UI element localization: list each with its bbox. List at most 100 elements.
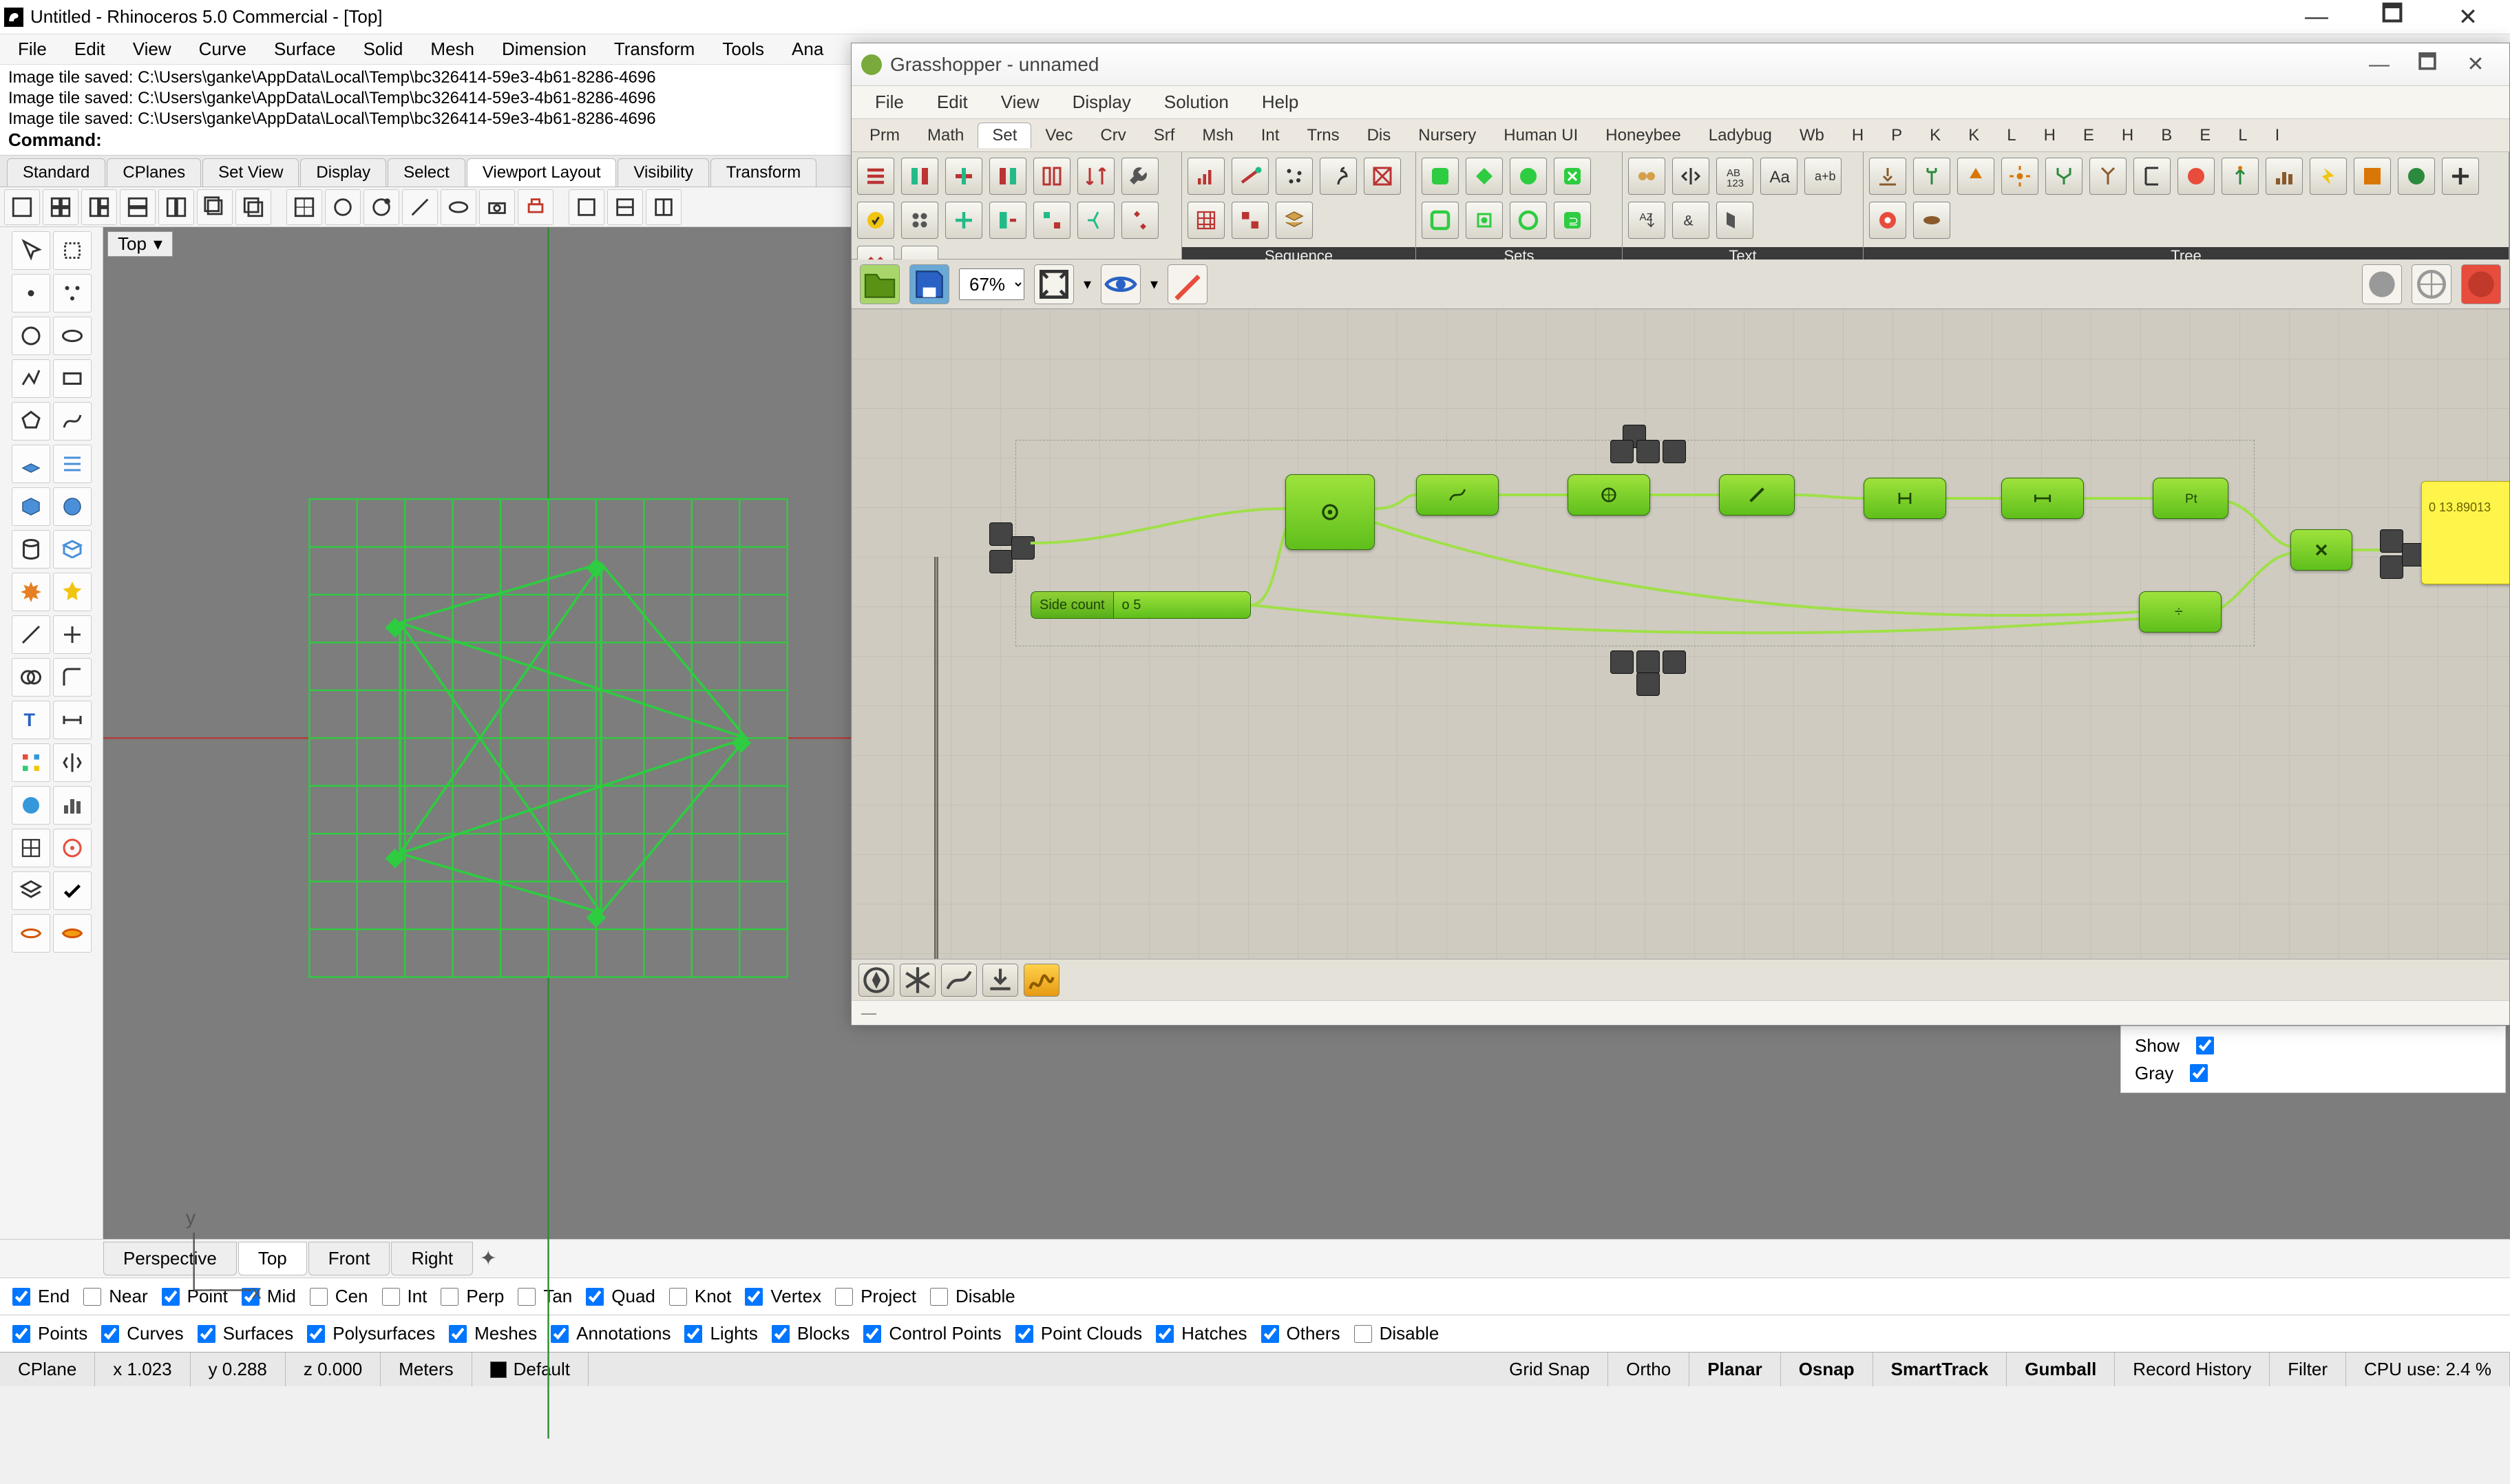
seq-range-icon[interactable] xyxy=(1232,158,1269,195)
surface-icon[interactable] xyxy=(12,445,50,483)
seq-stack-icon[interactable] xyxy=(1276,202,1313,239)
gh-cat-crv[interactable]: Crv xyxy=(1086,123,1139,148)
layer-icon[interactable] xyxy=(12,871,50,910)
gh-number-slider[interactable]: Side count o 5 xyxy=(1031,591,1251,619)
list-reverse-icon[interactable] xyxy=(989,158,1026,195)
text-sort-icon[interactable]: AZ xyxy=(1628,202,1665,239)
mirror-icon[interactable] xyxy=(53,743,92,782)
tab-set-view[interactable]: Set View xyxy=(202,158,299,187)
menu-solid[interactable]: Solid xyxy=(350,36,417,63)
gh-cat-h2[interactable]: H xyxy=(2030,123,2069,148)
list-null-icon[interactable] xyxy=(901,202,938,239)
gh-align-toggle[interactable] xyxy=(1636,650,1660,674)
circle-icon[interactable] xyxy=(12,317,50,355)
tree-graft-icon[interactable] xyxy=(1913,158,1950,195)
split-icon[interactable] xyxy=(53,615,92,654)
fillet-icon[interactable] xyxy=(53,658,92,697)
camera-icon[interactable] xyxy=(479,189,515,225)
select-arrow-icon[interactable] xyxy=(12,231,50,270)
tab-viewport-layout[interactable]: Viewport Layout xyxy=(467,158,617,187)
gh-maximize-button[interactable]: 🗖 xyxy=(2403,47,2451,82)
layout-4view-icon[interactable] xyxy=(43,189,78,225)
list-item-icon[interactable] xyxy=(857,158,894,195)
list-split-icon[interactable] xyxy=(945,202,982,239)
menu-view[interactable]: View xyxy=(119,36,185,63)
text-match-icon[interactable]: & xyxy=(1672,202,1709,239)
gh-cat-wb[interactable]: Wb xyxy=(1786,123,1838,148)
sets-union-icon[interactable] xyxy=(1422,158,1459,195)
tree-shift-icon[interactable] xyxy=(2177,158,2215,195)
polyline-icon[interactable] xyxy=(12,359,50,398)
gh-cat-ladybug[interactable]: Ladybug xyxy=(1695,123,1786,148)
gh-menu-solution[interactable]: Solution xyxy=(1148,89,1245,116)
gh-cat-h[interactable]: H xyxy=(1838,123,1877,148)
tree-trim-icon[interactable] xyxy=(1913,202,1950,239)
gh-cat-math[interactable]: Math xyxy=(914,123,978,148)
tab-select[interactable]: Select xyxy=(388,158,465,187)
tree-merge-icon[interactable] xyxy=(2045,158,2082,195)
dim-icon[interactable] xyxy=(53,701,92,739)
gh-cat-p[interactable]: P xyxy=(1877,123,1916,148)
gh-titlebar[interactable]: Grasshopper - unnamed — 🗖 ✕ xyxy=(852,43,2509,86)
gh-cat-honeybee[interactable]: Honeybee xyxy=(1592,123,1694,148)
toggle-grid-icon[interactable] xyxy=(363,189,399,225)
toggle-axes-icon[interactable] xyxy=(402,189,438,225)
sets-member-icon[interactable] xyxy=(1422,202,1459,239)
array-icon[interactable] xyxy=(12,743,50,782)
trim-icon[interactable] xyxy=(12,615,50,654)
tree-flatten-icon[interactable] xyxy=(1869,158,1906,195)
tree-stats-icon[interactable] xyxy=(2266,158,2303,195)
box-icon[interactable] xyxy=(12,487,50,526)
boolean-icon[interactable] xyxy=(12,658,50,697)
gh-dropdown2-icon[interactable]: ▾ xyxy=(1150,275,1158,293)
gh-menu-display[interactable]: Display xyxy=(1056,89,1148,116)
menu-edit[interactable]: Edit xyxy=(61,36,119,63)
print-icon[interactable] xyxy=(518,189,553,225)
tree-match-icon[interactable] xyxy=(2398,158,2435,195)
gh-shaded-icon[interactable] xyxy=(2362,264,2402,304)
menu-curve[interactable]: Curve xyxy=(185,36,260,63)
tree-simplify-icon[interactable] xyxy=(1957,158,1994,195)
toggle-cplane-icon[interactable] xyxy=(325,189,361,225)
filter-points[interactable]: Points xyxy=(10,1323,87,1345)
gh-cat-vec[interactable]: Vec xyxy=(1031,123,1086,148)
gh-cat-e[interactable]: E xyxy=(2069,123,2108,148)
gh-zoom-select[interactable]: 67% xyxy=(959,268,1024,300)
menu-dimension[interactable]: Dimension xyxy=(488,36,600,63)
gh-minimize-button[interactable]: — xyxy=(2355,53,2403,76)
rectangle-icon[interactable] xyxy=(53,359,92,398)
tab-transform[interactable]: Transform xyxy=(710,158,816,187)
menu-surface[interactable]: Surface xyxy=(260,36,350,63)
gh-cat-prm[interactable]: Prm xyxy=(856,123,914,148)
seq-duplicate-icon[interactable] xyxy=(1232,202,1269,239)
polygon-icon[interactable] xyxy=(12,402,50,441)
tree-replace-icon[interactable] xyxy=(2442,158,2479,195)
gh-cat-trns[interactable]: Trns xyxy=(1293,123,1353,148)
gh-sketch-icon[interactable] xyxy=(1168,264,1207,304)
join-icon[interactable] xyxy=(53,573,92,611)
snap-icon[interactable] xyxy=(53,829,92,867)
tree-split-icon[interactable] xyxy=(2354,158,2391,195)
sphere-icon[interactable] xyxy=(53,487,92,526)
gh-wire-icon[interactable] xyxy=(941,964,977,997)
gh-autosave-icon[interactable] xyxy=(1024,964,1059,997)
ellipse-icon[interactable] xyxy=(53,317,92,355)
gh-align-toggle[interactable] xyxy=(1663,650,1686,674)
seq-fibonacci-icon[interactable] xyxy=(1320,158,1357,195)
seq-repeat-icon[interactable] xyxy=(1188,202,1225,239)
gh-open-button[interactable] xyxy=(860,264,900,304)
layout-copy-icon[interactable] xyxy=(235,189,271,225)
menu-analyze[interactable]: Ana xyxy=(778,36,837,63)
gh-cat-b[interactable]: B xyxy=(2147,123,2186,148)
gh-output-toggle[interactable] xyxy=(2380,555,2403,579)
cylinder-icon[interactable] xyxy=(12,530,50,569)
prop-gray[interactable]: Gray xyxy=(2135,1059,2491,1087)
gh-component-explode[interactable] xyxy=(1416,474,1499,516)
gh-cat-i[interactable]: I xyxy=(2261,123,2294,148)
rhino-close-button[interactable]: ✕ xyxy=(2430,1,2506,34)
text-icon[interactable]: T xyxy=(12,701,50,739)
sets-replace-icon[interactable]: ⊇ xyxy=(1554,202,1591,239)
gh-nopreview-icon[interactable] xyxy=(2461,264,2501,304)
sets-exclusion-icon[interactable] xyxy=(1554,158,1591,195)
layout-3view-icon[interactable] xyxy=(81,189,117,225)
